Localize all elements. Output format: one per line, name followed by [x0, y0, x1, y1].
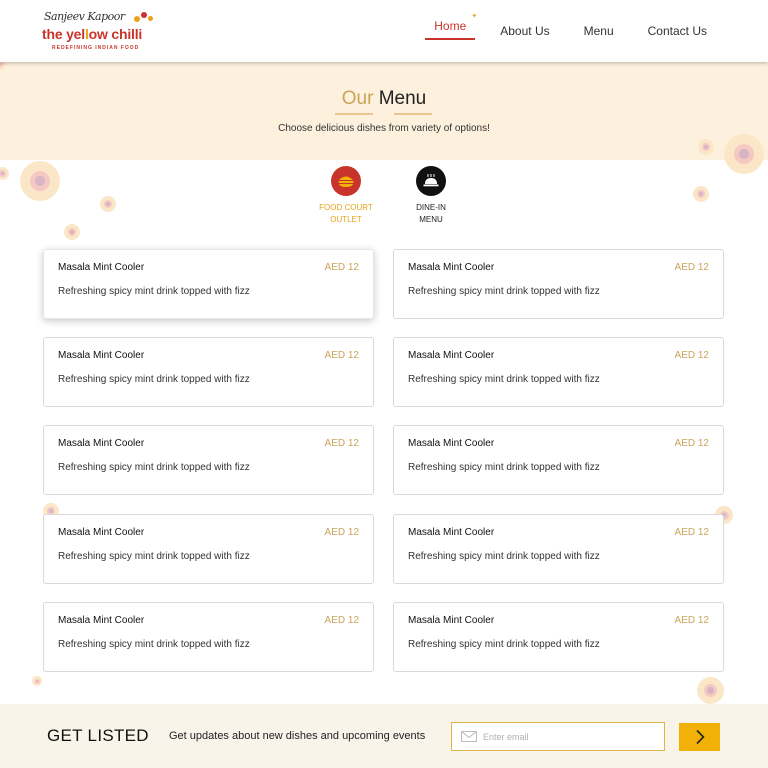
menu-hero: Our Menu Choose delicious dishes from va… [0, 62, 768, 160]
menu-item-name: Masala Mint Cooler [58, 350, 145, 361]
menu-item-card[interactable]: Masala Mint Cooler AED 12 Refreshing spi… [43, 514, 374, 584]
menu-item-price: AED 12 [674, 615, 709, 626]
title-underline-left [335, 113, 373, 115]
decor-ring-icon [20, 161, 60, 201]
site-header: Sanjeev Kapoor the yellow chilli REDEFIN… [0, 0, 768, 62]
logo-signature: Sanjeev Kapoor [44, 10, 125, 23]
brand-logo[interactable]: Sanjeev Kapoor the yellow chilli REDEFIN… [42, 10, 153, 54]
nav-item-contact[interactable]: Contact Us [631, 0, 724, 62]
menu-item-name: Masala Mint Cooler [408, 615, 495, 626]
menu-item-description: Refreshing spicy mint drink topped with … [408, 286, 600, 297]
menu-item-description: Refreshing spicy mint drink topped with … [58, 286, 250, 297]
menu-item-price: AED 12 [324, 527, 359, 538]
newsletter-message: Get updates about new dishes and upcomin… [169, 730, 426, 742]
burger-icon [331, 166, 361, 196]
menu-item-description: Refreshing spicy mint drink topped with … [408, 374, 600, 385]
menu-item-card[interactable]: Masala Mint Cooler AED 12 Refreshing spi… [43, 425, 374, 495]
menu-item-name: Masala Mint Cooler [408, 527, 495, 538]
email-field-wrapper [451, 722, 665, 751]
menu-item-description: Refreshing spicy mint drink topped with … [408, 639, 600, 650]
nav-item-about[interactable]: About Us [483, 0, 566, 62]
nav-item-menu[interactable]: Menu [567, 0, 631, 62]
main-nav: Home ✦ About Us Menu Contact Us [417, 0, 724, 62]
menu-item-description: Refreshing spicy mint drink topped with … [58, 374, 250, 385]
decor-ring-icon [697, 677, 724, 704]
menu-item-price: AED 12 [674, 527, 709, 538]
title-underline-right [394, 113, 432, 115]
sparkle-icon: ✦ [471, 13, 478, 20]
category-food-court[interactable]: FOOD COURT OUTLET [311, 166, 381, 226]
menu-item-card[interactable]: Masala Mint Cooler AED 12 Refreshing spi… [393, 514, 724, 584]
menu-item-name: Masala Mint Cooler [58, 615, 145, 626]
menu-item-name: Masala Mint Cooler [408, 438, 495, 449]
newsletter-footer: GET LISTED Get updates about new dishes … [0, 704, 768, 768]
menu-item-card[interactable]: Masala Mint Cooler AED 12 Refreshing spi… [393, 337, 724, 407]
menu-item-name: Masala Mint Cooler [408, 262, 495, 273]
menu-item-name: Masala Mint Cooler [58, 438, 145, 449]
decor-ring-icon [698, 139, 714, 155]
menu-item-name: Masala Mint Cooler [408, 350, 495, 361]
menu-item-price: AED 12 [674, 438, 709, 449]
menu-item-card[interactable]: Masala Mint Cooler AED 12 Refreshing spi… [43, 249, 374, 319]
chevron-right-icon [695, 729, 705, 745]
menu-item-price: AED 12 [324, 350, 359, 361]
envelope-icon [461, 731, 477, 742]
decor-ring-icon [0, 167, 9, 180]
menu-item-price: AED 12 [324, 615, 359, 626]
menu-item-description: Refreshing spicy mint drink topped with … [58, 551, 250, 562]
newsletter-heading: GET LISTED [47, 726, 149, 745]
menu-item-card[interactable]: Masala Mint Cooler AED 12 Refreshing spi… [393, 249, 724, 319]
decor-ring-icon [724, 134, 764, 174]
category-dine-in[interactable]: DINE-IN MENU [396, 166, 466, 226]
menu-item-description: Refreshing spicy mint drink topped with … [408, 462, 600, 473]
menu-item-name: Masala Mint Cooler [58, 262, 145, 273]
subscribe-button[interactable] [679, 723, 720, 751]
menu-item-description: Refreshing spicy mint drink topped with … [408, 551, 600, 562]
decor-ring-icon [32, 676, 42, 686]
menu-item-card[interactable]: Masala Mint Cooler AED 12 Refreshing spi… [393, 602, 724, 672]
nav-item-home[interactable]: Home ✦ [417, 0, 483, 62]
menu-item-card[interactable]: Masala Mint Cooler AED 12 Refreshing spi… [393, 425, 724, 495]
page-title: Our Menu [341, 88, 427, 109]
menu-item-description: Refreshing spicy mint drink topped with … [58, 462, 250, 473]
email-input[interactable] [483, 731, 653, 742]
menu-item-name: Masala Mint Cooler [58, 527, 145, 538]
decor-ring-icon [100, 196, 116, 212]
page-subtitle: Choose delicious dishes from variety of … [278, 123, 490, 134]
logo-wordmark: the yellow chilli [42, 26, 143, 42]
menu-item-card[interactable]: Masala Mint Cooler AED 12 Refreshing spi… [43, 602, 374, 672]
decor-ring-icon [693, 186, 709, 202]
menu-item-description: Refreshing spicy mint drink topped with … [58, 639, 250, 650]
menu-item-price: AED 12 [674, 350, 709, 361]
cloche-icon [416, 166, 446, 196]
menu-item-price: AED 12 [674, 262, 709, 273]
decor-ring-icon [64, 224, 80, 240]
logo-dots-icon [134, 12, 156, 24]
menu-item-price: AED 12 [324, 438, 359, 449]
logo-tagline: REDEFINING INDIAN FOOD [52, 45, 140, 51]
menu-item-card[interactable]: Masala Mint Cooler AED 12 Refreshing spi… [43, 337, 374, 407]
menu-item-price: AED 12 [324, 262, 359, 273]
